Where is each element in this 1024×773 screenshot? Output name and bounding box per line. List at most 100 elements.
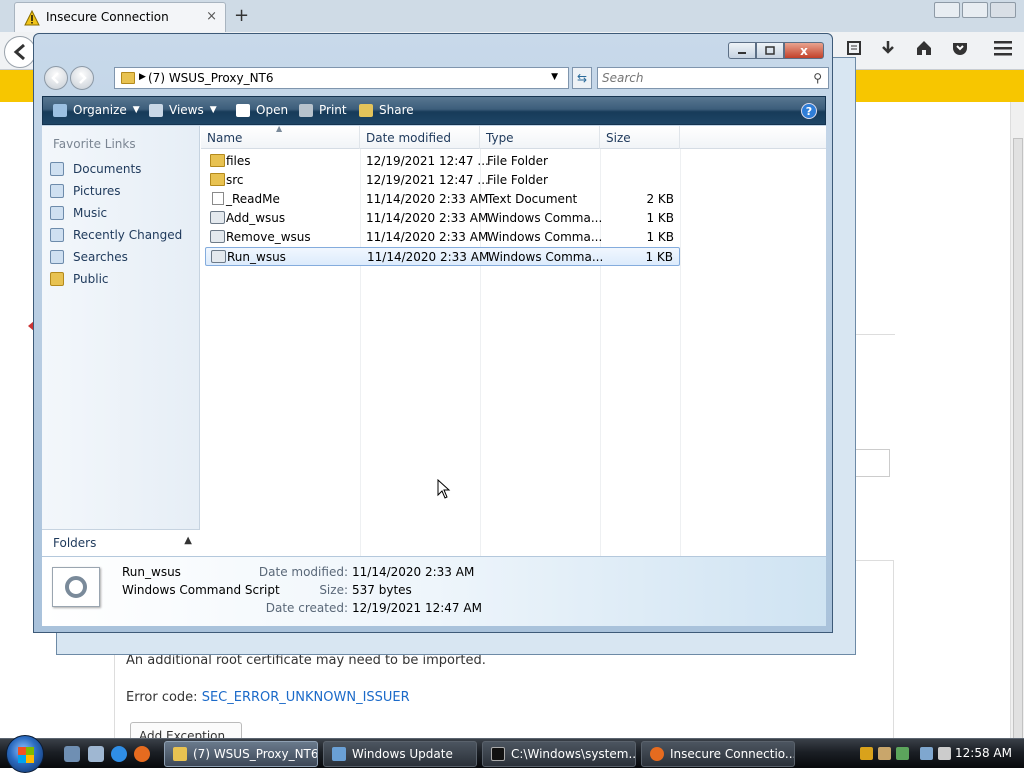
new-tab-button[interactable]: + — [234, 5, 249, 26]
nav-item-music[interactable]: Music — [50, 203, 107, 223]
nav-item-label: Documents — [73, 162, 142, 176]
network-icon[interactable] — [920, 747, 933, 760]
close-button[interactable]: x — [784, 42, 824, 59]
tab-title: Insecure Connection — [46, 10, 169, 24]
update-icon[interactable] — [896, 747, 909, 760]
column-date-modified[interactable]: Date modified — [360, 126, 480, 149]
details-date-created-label: Date created: — [265, 601, 348, 615]
file-type: File Folder — [487, 154, 548, 168]
search-box[interactable]: ⚲ — [597, 67, 829, 89]
back-button-explorer[interactable] — [44, 66, 68, 90]
nav-item-searches[interactable]: Searches — [50, 247, 128, 267]
firefox-icon[interactable] — [134, 746, 150, 762]
internet-explorer-icon[interactable] — [111, 746, 127, 762]
home-icon[interactable] — [916, 40, 932, 56]
folder-icon — [210, 173, 225, 186]
download-icon[interactable] — [880, 40, 896, 56]
organize-button[interactable]: Organize ▼ — [53, 103, 140, 117]
file-type: Text Document — [487, 192, 578, 206]
details-date-modified-label: Date modified: — [258, 565, 348, 579]
file-row[interactable]: _ReadMe 11/14/2020 2:33 AM Text Document 2 … — [205, 190, 680, 209]
organize-icon — [53, 103, 67, 117]
nav-item-documents[interactable]: Documents — [50, 159, 141, 179]
error-code-link[interactable]: SEC_ERROR_UNKNOWN_ISSUER — [202, 690, 410, 705]
maximize-button[interactable] — [756, 42, 784, 59]
file-row[interactable]: files 12/19/2021 12:47 ... File Folder — [205, 152, 680, 171]
public-folder-icon — [50, 272, 64, 286]
column-size-label: Size — [606, 131, 631, 145]
divider — [855, 334, 895, 335]
window-controls: x — [728, 42, 824, 59]
file-list: Name ▲ Date modified Type Size files 12/19… — [201, 124, 826, 556]
system-tray: 12:58 AM — [854, 739, 1024, 769]
address-bar[interactable]: ▶ (7) WSUS_Proxy_NT6 ▼ — [114, 67, 569, 89]
file-date: 12/19/2021 12:47 ... — [366, 173, 489, 187]
file-row[interactable]: Add_wsus 11/14/2020 2:33 AM Windows Comma.… — [205, 209, 680, 228]
folders-toggle[interactable]: Folders ▲ — [42, 529, 200, 556]
reading-list-icon[interactable] — [846, 40, 862, 56]
minimize-button[interactable] — [728, 42, 756, 59]
nav-item-public[interactable]: Public — [50, 269, 109, 289]
start-button[interactable] — [6, 735, 44, 773]
menu-icon[interactable] — [994, 40, 1012, 56]
column-type[interactable]: Type — [480, 126, 600, 149]
print-button[interactable]: Print — [299, 103, 347, 117]
file-name: _ReadMe — [226, 192, 280, 206]
help-icon[interactable]: ? — [801, 103, 817, 119]
browser-minimize-button[interactable] — [934, 2, 960, 18]
column-divider — [680, 149, 681, 556]
back-button[interactable] — [4, 36, 36, 68]
open-label: Open — [256, 103, 289, 117]
views-button[interactable]: Views ▼ — [149, 103, 217, 117]
browser-scrollbar[interactable] — [1010, 102, 1024, 768]
security-icon[interactable] — [878, 747, 891, 760]
partial-input-field[interactable] — [855, 449, 890, 477]
organize-label: Organize — [73, 103, 127, 117]
share-button[interactable]: Share — [359, 103, 414, 117]
pictures-icon — [50, 184, 64, 198]
forward-button[interactable] — [70, 66, 94, 90]
file-row[interactable]: Remove_wsus 11/14/2020 2:33 AM Windows Com… — [205, 228, 680, 247]
taskbar-button-windows-update[interactable]: Windows Update — [323, 741, 477, 767]
breadcrumb[interactable]: (7) WSUS_Proxy_NT6 — [148, 71, 274, 85]
file-size: 1 KB — [646, 230, 674, 244]
open-button[interactable]: Open — [236, 103, 288, 117]
file-type: Windows Comma... — [488, 250, 604, 264]
file-type: Windows Comma... — [487, 230, 603, 244]
file-type: Windows Comma... — [487, 211, 603, 225]
breadcrumb-arrow-icon[interactable]: ▶ — [139, 72, 146, 82]
command-script-icon — [211, 250, 226, 263]
taskbar-button-label: Insecure Connectio... — [670, 747, 795, 761]
mouse-cursor-icon — [437, 479, 451, 499]
nav-item-pictures[interactable]: Pictures — [50, 181, 121, 201]
print-icon — [299, 103, 313, 117]
scrollbar-thumb[interactable] — [1013, 138, 1023, 768]
taskbar-button-explorer[interactable]: (7) WSUS_Proxy_NT6 — [164, 741, 318, 767]
tab-close-icon[interactable]: × — [206, 9, 217, 24]
explorer-window: x ▶ (7) WSUS_Proxy_NT6 ▼ ⇆ ⚲ Organize ▼ V… — [33, 33, 833, 633]
browser-close-button[interactable] — [990, 2, 1016, 18]
file-row[interactable]: src 12/19/2021 12:47 ... File Folder — [205, 171, 680, 190]
file-row-selected[interactable]: Run_wsus 11/14/2020 2:33 AM Windows Comma.… — [205, 247, 680, 266]
pocket-icon[interactable] — [952, 40, 968, 56]
clock[interactable]: 12:58 AM — [955, 746, 1012, 760]
switch-windows-icon[interactable] — [88, 746, 104, 762]
music-icon — [50, 206, 64, 220]
taskbar-button-firefox[interactable]: Insecure Connectio... — [641, 741, 795, 767]
shield-icon[interactable] — [860, 747, 873, 760]
volume-muted-icon[interactable] — [938, 747, 951, 760]
nav-item-recently-changed[interactable]: Recently Changed — [50, 225, 182, 245]
browser-tab[interactable]: Insecure Connection × — [14, 2, 226, 32]
refresh-button[interactable]: ⇆ — [572, 67, 592, 89]
command-script-large-icon — [52, 567, 100, 607]
search-icon[interactable]: ⚲ — [813, 71, 822, 85]
search-input[interactable] — [598, 68, 798, 88]
maximize-icon — [765, 46, 775, 55]
taskbar-button-cmd[interactable]: C:\Windows\system... — [482, 741, 636, 767]
browser-restore-button[interactable] — [962, 2, 988, 18]
column-size[interactable]: Size — [600, 126, 680, 149]
address-dropdown-icon[interactable]: ▼ — [551, 72, 558, 82]
column-name[interactable]: Name ▲ — [201, 124, 360, 149]
show-desktop-icon[interactable] — [64, 746, 80, 762]
explorer-body: Favorite Links Documents Pictures Music … — [42, 124, 826, 556]
